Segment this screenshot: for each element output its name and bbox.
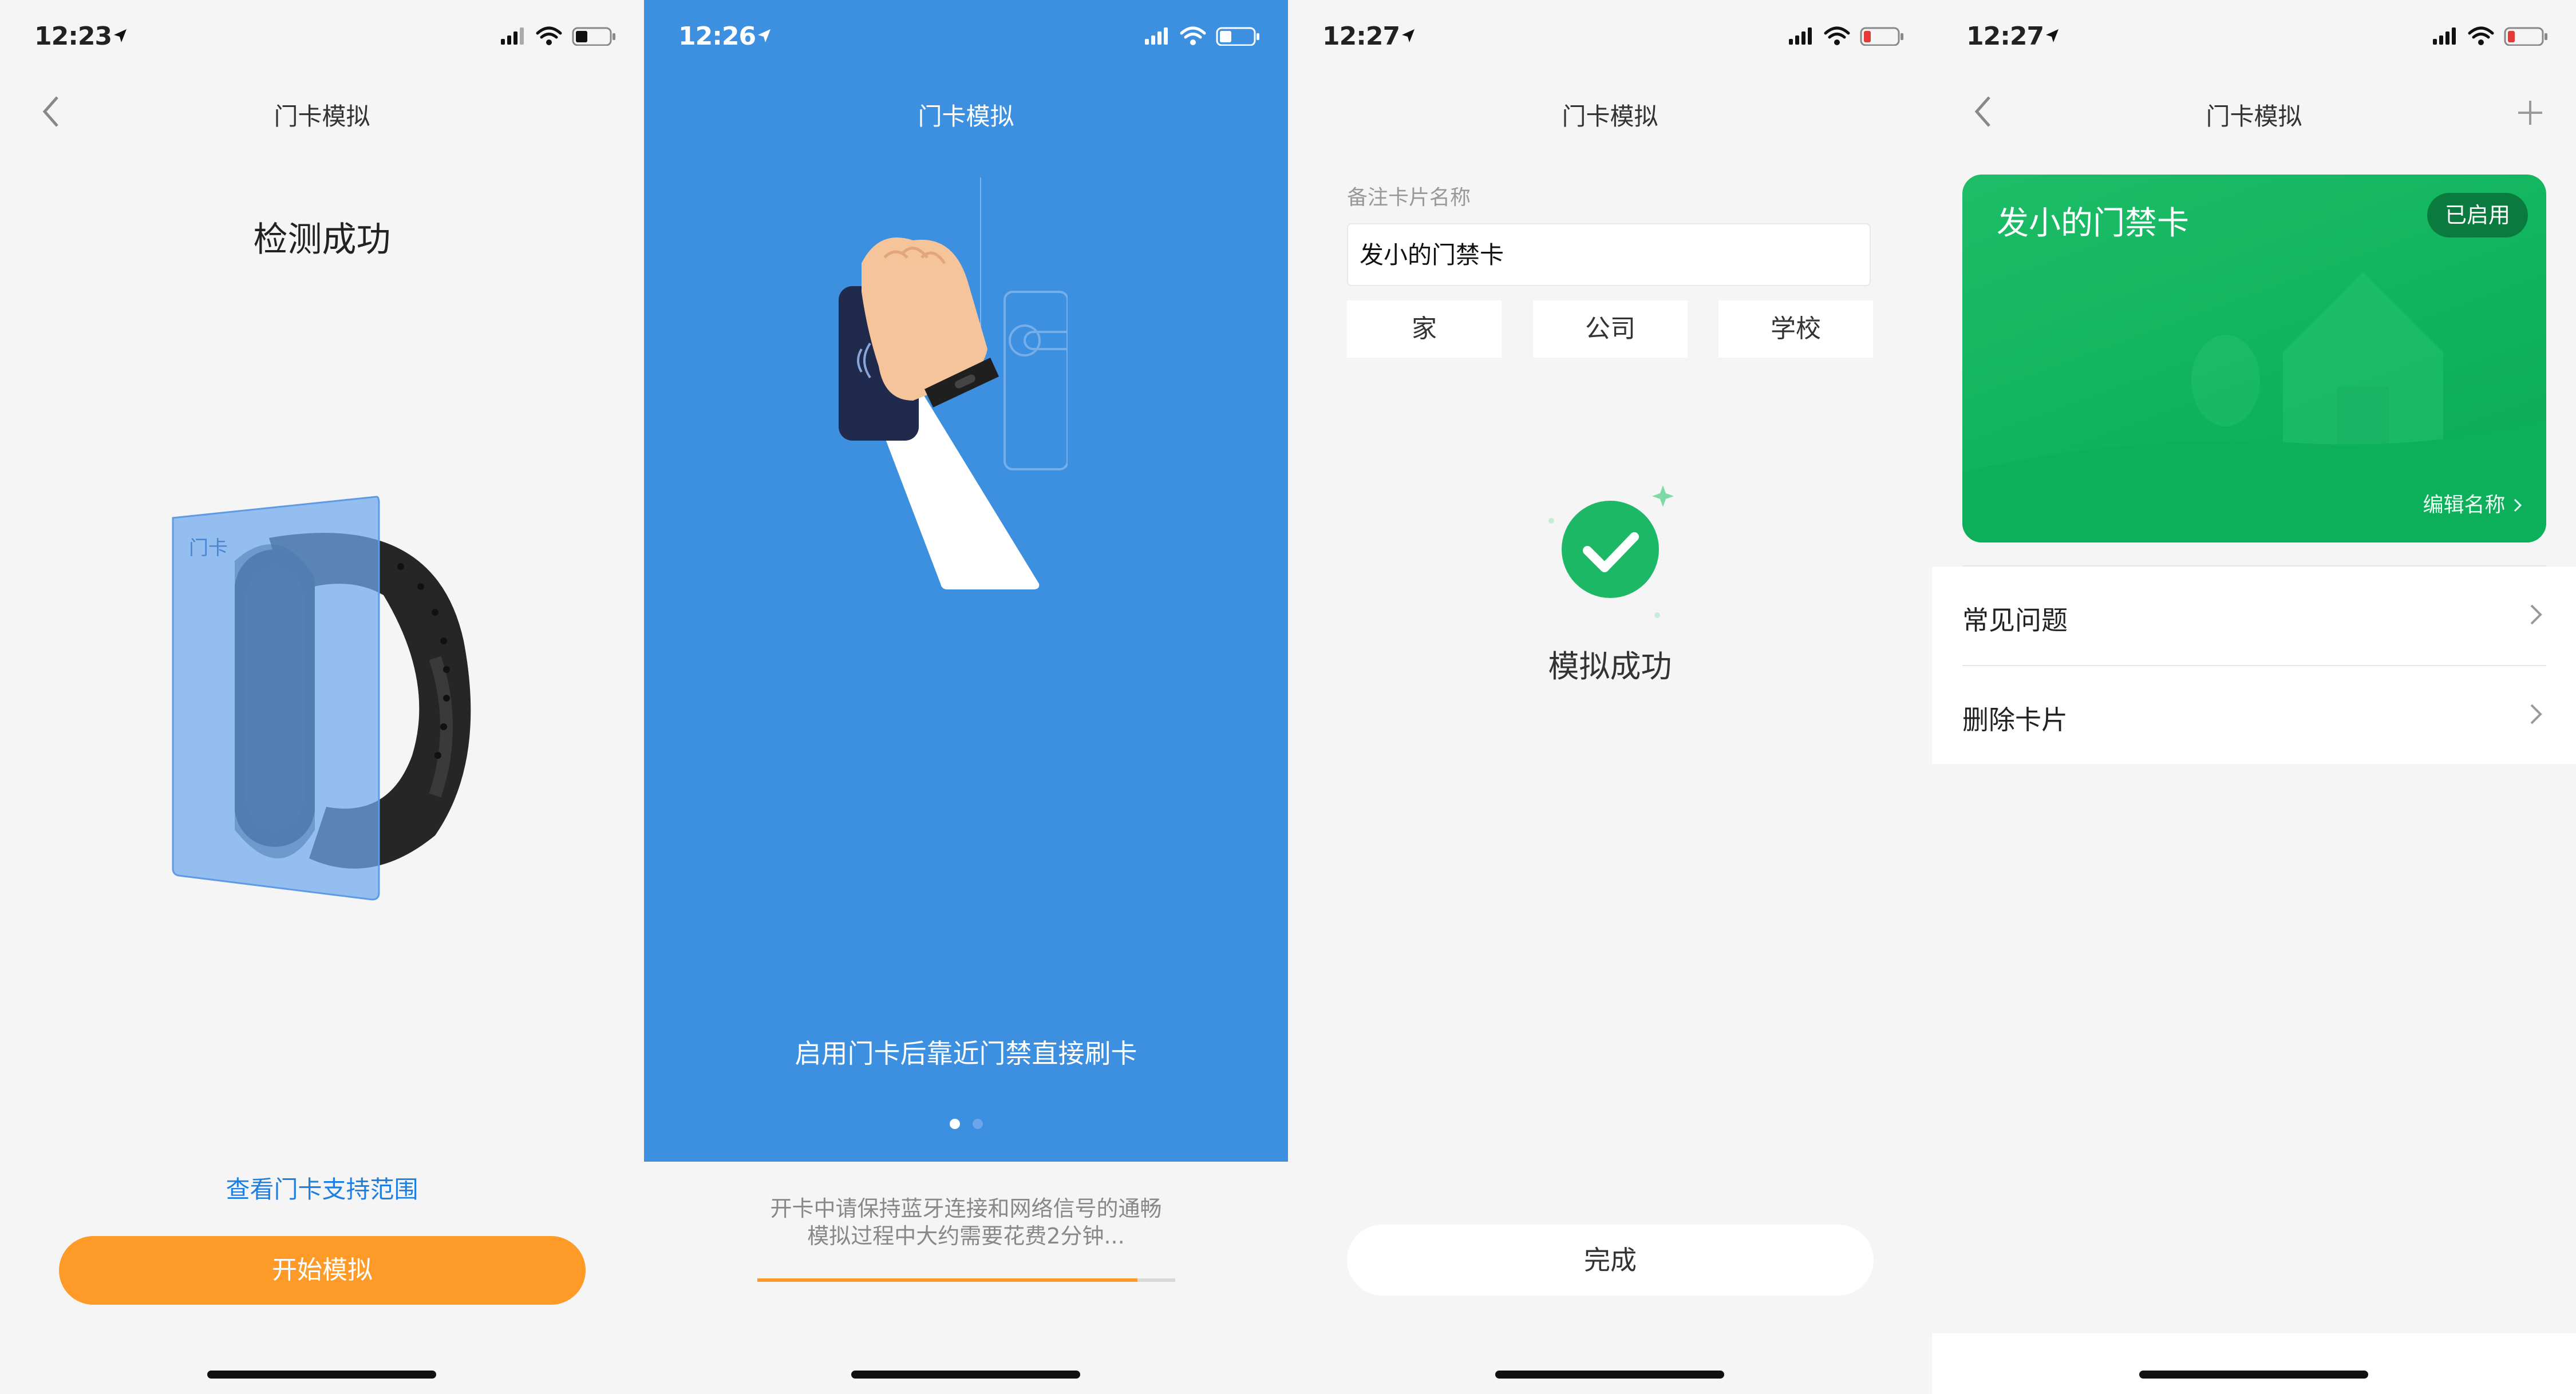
list-item-delete-card[interactable]: 删除卡片 — [1962, 666, 2546, 763]
page-heading: 检测成功 — [253, 220, 391, 260]
status-bar: 12:26 — [644, 0, 1288, 74]
door-card[interactable]: 发小的门禁卡 已启用 编辑名称 — [1962, 175, 2546, 542]
page-indicator — [644, 1119, 1288, 1131]
wifi-icon — [1180, 26, 1206, 45]
success-text: 模拟成功 — [1548, 648, 1672, 684]
progress-note-line2: 模拟过程中大约需要花费2分钟... — [807, 1223, 1125, 1249]
home-indicator — [1495, 1371, 1724, 1379]
status-time: 12:23 — [34, 22, 112, 51]
hero-caption: 启用门卡后靠近门禁直接刷卡 — [795, 1038, 1137, 1069]
progress-bar-fill — [757, 1278, 1138, 1282]
done-button[interactable]: 完成 — [1347, 1225, 1874, 1296]
status-time: 12:27 — [1322, 22, 1400, 51]
page-dot-active[interactable] — [949, 1119, 960, 1129]
progress-note-line1: 开卡中请保持蓝牙连接和网络信号的通畅 — [770, 1196, 1162, 1221]
status-icons — [1789, 26, 1903, 46]
signal-icon — [1145, 27, 1168, 45]
list-item-faq[interactable]: 常见问题 — [1962, 567, 2546, 664]
wifi-icon — [536, 26, 562, 45]
location-arrow-icon — [1402, 29, 1415, 42]
chevron-right-icon — [2514, 498, 2522, 512]
location-arrow-icon — [758, 29, 771, 42]
page-dot[interactable] — [972, 1119, 983, 1129]
card-label: 门卡 — [189, 537, 228, 560]
nav-title: 门卡模拟 — [918, 102, 1014, 130]
battery-icon — [2504, 27, 2547, 46]
screen-card-detail: 12:27 门卡模拟 发小的门禁卡 已启用 编辑名称 常见问题 删除卡片 — [1932, 0, 2576, 1394]
edit-name-label: 编辑名称 — [2423, 493, 2506, 517]
card-name-label: 备注卡片名称 — [1347, 186, 1471, 209]
chevron-right-icon — [2530, 704, 2542, 724]
screen-name-card: 12:27 门卡模拟 备注卡片名称 发小的门禁卡 家 公司 学校 模拟成功 完成 — [1288, 0, 1932, 1394]
status-time: 12:27 — [1966, 22, 2044, 51]
progress-bar — [757, 1278, 1175, 1282]
status-bar: 12:27 — [1932, 0, 2576, 74]
plus-icon[interactable] — [2516, 98, 2545, 127]
tag-home[interactable]: 家 — [1347, 300, 1502, 358]
signal-icon — [2433, 27, 2456, 45]
start-simulation-button[interactable]: 开始模拟 — [59, 1236, 586, 1305]
location-arrow-icon — [114, 29, 127, 42]
progress-note: 开卡中请保持蓝牙连接和网络信号的通畅 模拟过程中大约需要花费2分钟... — [644, 1195, 1288, 1250]
hand-tap-illustration — [839, 177, 1068, 589]
battery-icon — [572, 27, 615, 46]
card-name-input[interactable]: 发小的门禁卡 — [1347, 223, 1871, 286]
nav-title: 门卡模拟 — [274, 102, 370, 130]
tag-school[interactable]: 学校 — [1718, 300, 1873, 358]
signal-icon — [1789, 27, 1812, 45]
home-indicator — [2139, 1371, 2368, 1379]
tag-company[interactable]: 公司 — [1533, 300, 1688, 358]
status-bar: 12:27 — [1288, 0, 1932, 74]
screen-simulating: 12:26 门卡模拟 启用门卡后靠近门禁直接刷卡 开卡中请保持蓝牙连接和网络信号… — [644, 0, 1288, 1394]
signal-icon — [501, 27, 524, 45]
home-indicator — [207, 1371, 436, 1379]
status-icons — [2433, 26, 2547, 46]
home-indicator — [851, 1371, 1080, 1379]
location-arrow-icon — [2046, 29, 2059, 42]
bottom-bar — [1932, 1333, 2576, 1394]
status-bar: 12:23 — [0, 0, 644, 74]
list-item-label: 常见问题 — [1962, 605, 2068, 636]
settings-list: 常见问题 删除卡片 — [1932, 567, 2576, 764]
check-icon — [1548, 485, 1674, 618]
card-title: 发小的门禁卡 — [1997, 205, 2189, 242]
status-time: 12:26 — [678, 22, 756, 51]
support-range-link[interactable]: 查看门卡支持范围 — [0, 1170, 644, 1205]
battery-icon — [1860, 27, 1903, 46]
wifi-icon — [1824, 26, 1850, 45]
divider — [1962, 565, 2546, 567]
status-badge: 已启用 — [2427, 193, 2528, 237]
status-icons — [501, 26, 615, 46]
edit-name-link[interactable]: 编辑名称 — [2423, 488, 2523, 518]
chevron-right-icon — [2530, 604, 2542, 625]
list-item-label: 删除卡片 — [1962, 704, 2068, 735]
screen-detection-success: 12:23 门卡模拟 检测成功 门卡 查看门卡支持范围 开始模拟 — [0, 0, 644, 1394]
nav-title: 门卡模拟 — [1562, 102, 1658, 130]
nav-title: 门卡模拟 — [2206, 102, 2302, 130]
wifi-icon — [2468, 26, 2494, 45]
status-icons — [1145, 26, 1259, 46]
battery-icon — [1216, 27, 1259, 46]
